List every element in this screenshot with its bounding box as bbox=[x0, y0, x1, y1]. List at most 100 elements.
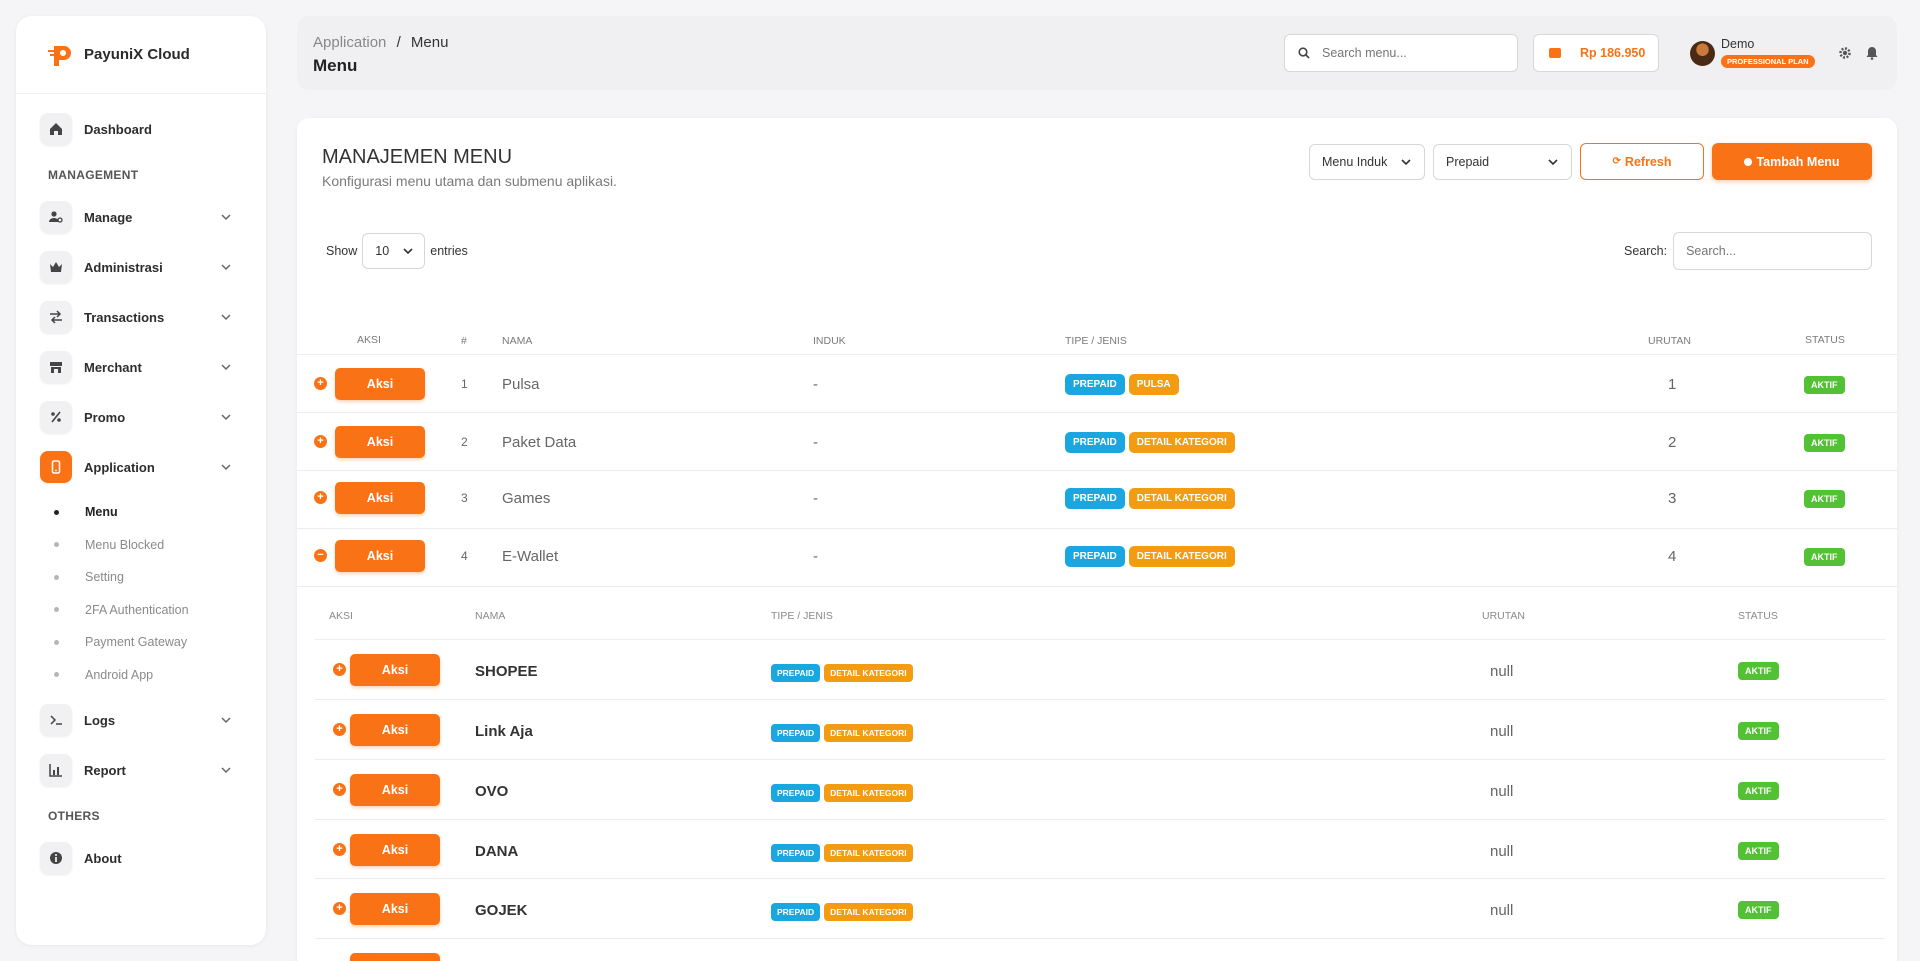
aksi-button[interactable]: Aksi bbox=[350, 714, 440, 746]
bullet-icon bbox=[54, 542, 59, 548]
row-order: 2 bbox=[1668, 434, 1677, 451]
sidebar-item-label: Report bbox=[84, 762, 126, 778]
status-badge: AKTIF bbox=[1804, 490, 1845, 508]
expand-icon[interactable]: + bbox=[333, 843, 346, 856]
sidebar-item-dashboard[interactable]: Dashboard bbox=[16, 104, 266, 154]
entries-select[interactable]: 10 bbox=[362, 233, 426, 269]
sidebar-item-logs[interactable]: Logs bbox=[16, 695, 266, 745]
aksi-button[interactable]: Aksi bbox=[335, 368, 425, 400]
bullet-icon bbox=[54, 672, 59, 678]
col-tipe[interactable]: TIPE / JENIS bbox=[1065, 335, 1127, 347]
sidebar-item-label: Dashboard bbox=[84, 121, 152, 137]
col-urutan[interactable]: URUTAN bbox=[1482, 610, 1525, 622]
aksi-button[interactable]: Aksi bbox=[335, 482, 425, 514]
page-title: Menu bbox=[313, 56, 358, 75]
sub-item-menu-blocked[interactable]: Menu Blocked bbox=[16, 529, 266, 562]
expand-icon[interactable]: + bbox=[333, 902, 346, 915]
plan-badge: PROFESSIONAL PLAN bbox=[1721, 55, 1815, 68]
type-badges: PREPAID DETAIL KATEGORI bbox=[1065, 432, 1239, 453]
add-menu-button[interactable]: Tambah Menu bbox=[1712, 143, 1872, 180]
header-search[interactable] bbox=[1284, 34, 1518, 72]
entries-length: Show 10 entries bbox=[326, 233, 468, 269]
section-others: OTHERS bbox=[48, 809, 100, 823]
prepaid-badge: PREPAID bbox=[1065, 546, 1125, 567]
sidebar-item-transactions[interactable]: Transactions bbox=[16, 292, 266, 342]
user-menu[interactable]: Demo PROFESSIONAL PLAN bbox=[1690, 38, 1815, 69]
app-logo[interactable]: PayuniX Cloud bbox=[16, 16, 266, 94]
chevron-down-icon bbox=[221, 314, 231, 321]
sub-item-android-app[interactable]: Android App bbox=[16, 659, 266, 692]
sidebar-item-administrasi[interactable]: Administrasi bbox=[16, 242, 266, 292]
sub-item-label: Android App bbox=[85, 667, 154, 682]
parent-menu-select[interactable]: Menu Induk bbox=[1309, 144, 1425, 180]
prepaid-badge: PREPAID bbox=[771, 724, 821, 742]
search-label: Search: bbox=[1624, 244, 1668, 258]
bell-icon[interactable] bbox=[1865, 46, 1879, 60]
category-badge: DETAIL KATEGORI bbox=[1128, 546, 1235, 567]
search-input[interactable] bbox=[1322, 46, 1492, 60]
sidebar-item-merchant[interactable]: Merchant bbox=[16, 342, 266, 392]
balance-display[interactable]: Rp 186.950 bbox=[1533, 34, 1659, 72]
col-aksi[interactable]: AKSI bbox=[329, 610, 353, 622]
category-badge: DETAIL KATEGORI bbox=[824, 724, 913, 742]
sidebar-item-label: Manage bbox=[84, 209, 133, 225]
table-search-input[interactable] bbox=[1673, 232, 1873, 270]
expand-icon[interactable]: + bbox=[314, 491, 327, 504]
card-title: MANAJEMEN MENU bbox=[322, 146, 513, 168]
sub-item-2fa[interactable]: 2FA Authentication bbox=[16, 594, 266, 627]
col-induk[interactable]: INDUK bbox=[813, 335, 846, 347]
sub-item-menu[interactable]: Menu bbox=[16, 496, 266, 529]
expand-icon[interactable]: + bbox=[314, 377, 327, 390]
expand-icon[interactable]: + bbox=[333, 723, 346, 736]
plus-circle-icon bbox=[1744, 157, 1753, 166]
col-no[interactable]: # bbox=[461, 335, 467, 347]
type-badges: PREPAID DETAIL KATEGORI bbox=[771, 663, 917, 682]
col-tipe[interactable]: TIPE / JENIS bbox=[771, 610, 833, 622]
collapse-icon[interactable]: − bbox=[314, 549, 327, 562]
percent-icon bbox=[40, 401, 72, 433]
aksi-button[interactable]: Aksi bbox=[350, 654, 440, 686]
col-status[interactable]: STATUS bbox=[1738, 610, 1778, 622]
col-status[interactable]: STATUS bbox=[1805, 334, 1845, 346]
sidebar-item-application[interactable]: Application bbox=[16, 442, 266, 492]
breadcrumb-current: Menu bbox=[410, 34, 449, 51]
row-name: Games bbox=[502, 490, 551, 507]
sidebar-item-manage[interactable]: Manage bbox=[16, 192, 266, 242]
expand-icon[interactable]: + bbox=[333, 663, 346, 676]
aksi-button[interactable]: Aksi bbox=[350, 834, 440, 866]
type-select[interactable]: Prepaid bbox=[1433, 144, 1572, 180]
mobile-icon bbox=[40, 451, 72, 483]
sub-item-payment-gateway[interactable]: Payment Gateway bbox=[16, 626, 266, 659]
row-name: E-Wallet bbox=[502, 548, 559, 565]
col-nama[interactable]: NAMA bbox=[502, 335, 532, 347]
sub-item-setting[interactable]: Setting bbox=[16, 561, 266, 594]
chevron-down-icon bbox=[221, 214, 231, 221]
sidebar-item-label: Merchant bbox=[84, 359, 142, 375]
breadcrumb-parent[interactable]: Application bbox=[313, 34, 386, 51]
expand-icon[interactable]: + bbox=[333, 783, 346, 796]
status-badge: AKTIF bbox=[1804, 548, 1845, 566]
sidebar-item-promo[interactable]: Promo bbox=[16, 392, 266, 442]
col-aksi[interactable]: AKSI bbox=[357, 334, 381, 346]
bullet-icon bbox=[54, 639, 59, 645]
wallet-icon bbox=[1549, 48, 1561, 58]
col-nama[interactable]: NAMA bbox=[475, 610, 505, 622]
aksi-button[interactable]: Aksi bbox=[335, 426, 425, 458]
aksi-button[interactable]: Aksi bbox=[350, 774, 440, 806]
gear-icon[interactable] bbox=[1838, 46, 1852, 60]
submenu-row: + Aksi DANA PREPAID DETAIL KATEGORI null … bbox=[315, 820, 1885, 879]
aksi-button[interactable]: Aksi bbox=[350, 953, 440, 961]
col-urutan[interactable]: URUTAN bbox=[1648, 335, 1691, 347]
refresh-button[interactable]: ⟳ Refresh bbox=[1580, 143, 1704, 180]
aksi-button[interactable]: Aksi bbox=[335, 540, 425, 572]
aksi-button[interactable]: Aksi bbox=[350, 893, 440, 925]
row-name: Link Aja bbox=[475, 723, 533, 740]
breadcrumb: Application / Menu bbox=[313, 34, 448, 51]
submenu-table-header: AKSI NAMA TIPE / JENIS URUTAN STATUS bbox=[315, 588, 1885, 640]
sidebar-item-report[interactable]: Report bbox=[16, 745, 266, 795]
expand-icon[interactable]: + bbox=[314, 435, 327, 448]
prepaid-badge: PREPAID bbox=[1065, 374, 1125, 395]
sidebar-item-about[interactable]: About bbox=[16, 833, 266, 883]
chevron-down-icon bbox=[403, 248, 413, 255]
submenu-row-partial: Aksi bbox=[315, 939, 1885, 961]
